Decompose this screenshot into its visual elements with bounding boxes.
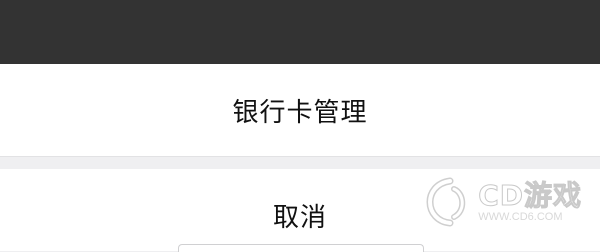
bank-card-management-option[interactable]: 银行卡管理 — [0, 64, 600, 157]
action-sheet-separator — [0, 157, 600, 169]
cancel-label: 取消 — [272, 203, 327, 233]
bank-card-management-label: 银行卡管理 — [232, 97, 368, 128]
cancel-button[interactable]: 取消 — [0, 169, 600, 251]
dimmed-background-overlay[interactable] — [0, 0, 600, 64]
